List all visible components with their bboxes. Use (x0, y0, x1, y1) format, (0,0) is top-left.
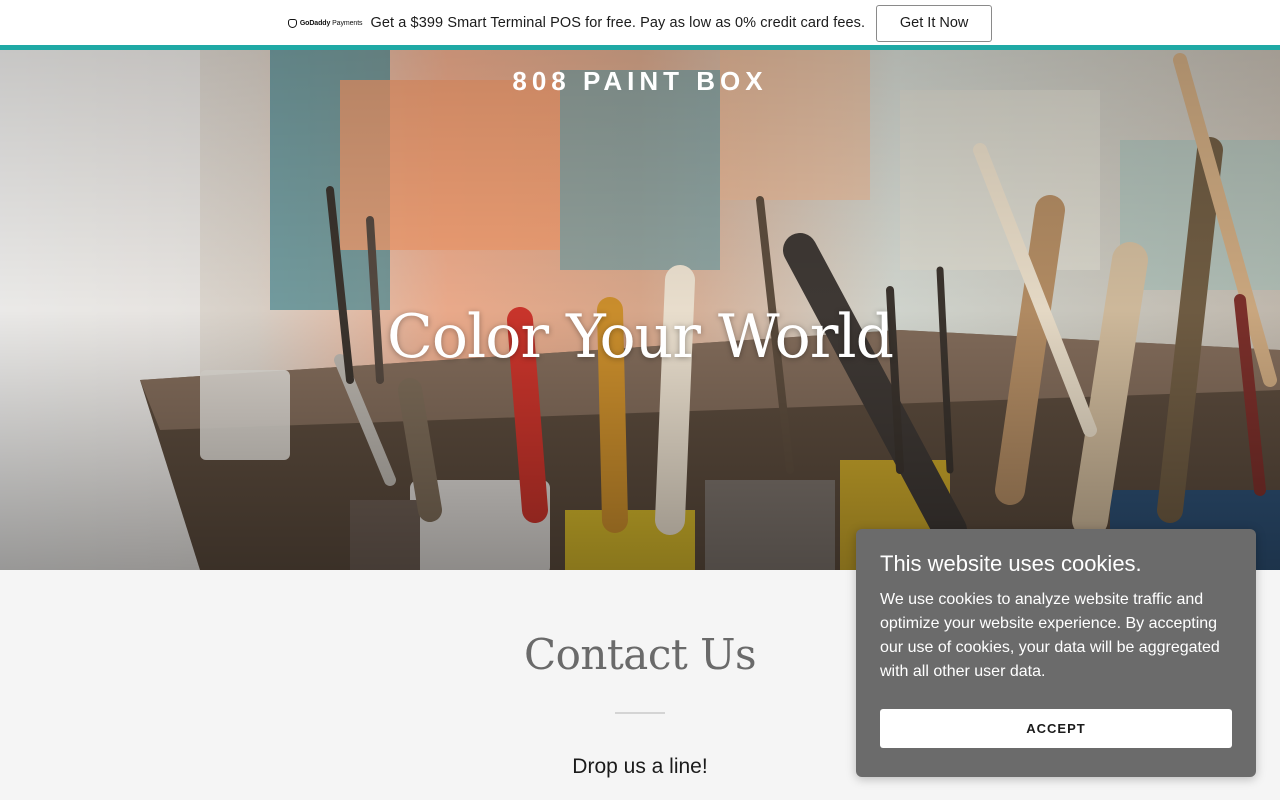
hero-section: 808 PAINT BOX Color Your World (0, 50, 1280, 570)
accept-cookies-button[interactable]: ACCEPT (880, 709, 1232, 748)
logo-brand: GoDaddy (299, 19, 331, 27)
godaddy-shield-icon (287, 18, 297, 28)
section-divider (615, 712, 665, 714)
promo-bar: GoDaddy Payments Get a $399 Smart Termin… (0, 0, 1280, 46)
cookie-banner: This website uses cookies. We use cookie… (856, 529, 1256, 777)
logo-product: Payments (332, 19, 363, 27)
get-it-now-button[interactable]: Get It Now (876, 4, 993, 42)
godaddy-payments-logo: GoDaddy Payments (287, 18, 363, 28)
hero-heading: Color Your World (386, 302, 894, 372)
cookie-title: This website uses cookies. (880, 551, 1142, 576)
promo-message: Get a $399 Smart Terminal POS for free. … (370, 15, 866, 31)
site-title[interactable]: 808 PAINT BOX (0, 66, 1280, 97)
cookie-body: We use cookies to analyze website traffi… (880, 591, 1220, 680)
